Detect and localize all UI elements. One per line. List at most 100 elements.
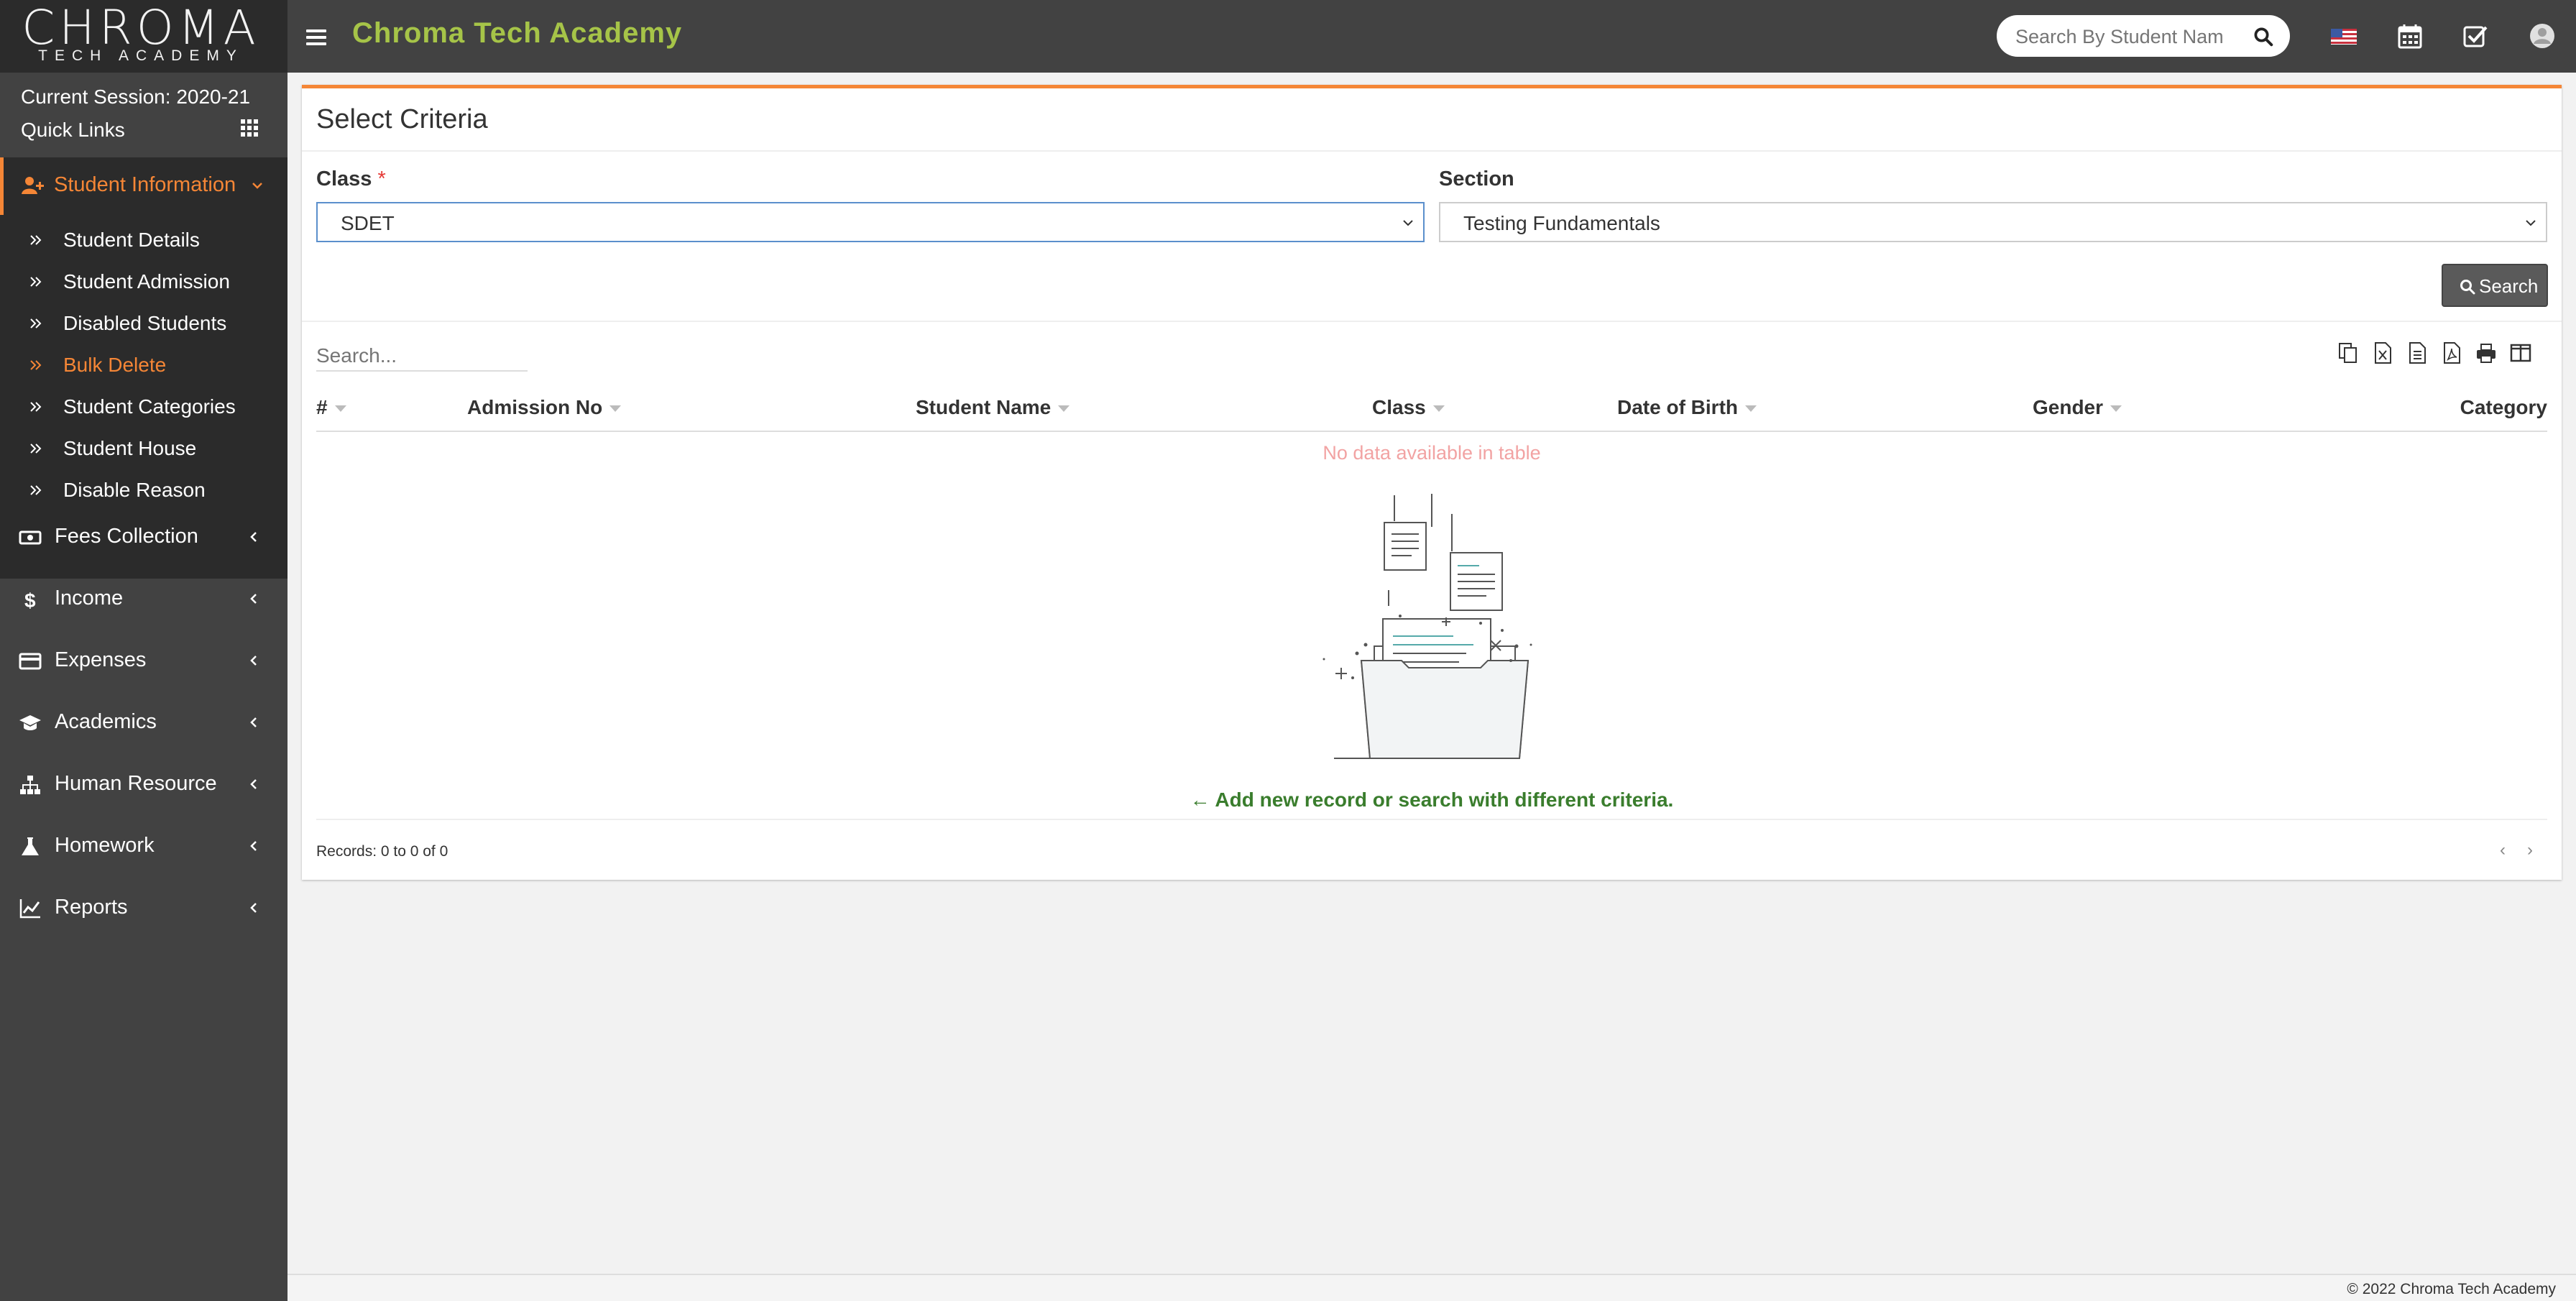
column-header-student-name[interactable]: Student Name [916,396,1070,419]
sidebar-item-label: Disabled Students [63,312,227,334]
sidebar-item-income[interactable]: $ Income [0,569,288,631]
chevron-left-icon [250,656,257,666]
app-title: Chroma Tech Academy [352,17,683,49]
print-icon[interactable] [2475,341,2497,364]
quick-links[interactable]: Quick Links [21,119,125,142]
panel-title: Select Criteria [316,104,488,134]
sidebar-item-homework[interactable]: Homework [0,817,288,878]
money-icon [19,530,42,545]
sidebar-item-label: Student Admission [63,270,230,293]
columns-icon[interactable] [2510,341,2531,364]
sidebar-item-reports[interactable]: Reports [0,878,288,940]
add-new-record-text: Add new record or search with different … [1215,789,1674,811]
column-header-category[interactable]: Category [2460,396,2547,419]
double-chevron-right-icon [30,360,42,370]
pdf-icon[interactable] [2441,341,2462,364]
sidebar-item-student-admission[interactable]: Student Admission [0,262,288,303]
double-chevron-right-icon [30,277,42,287]
sidebar-item-expenses[interactable]: Expenses [0,631,288,693]
sort-icon [1432,405,1445,413]
copy-icon[interactable] [2337,341,2359,364]
sidebar-item-student-details[interactable]: Student Details [0,220,288,262]
us-flag-icon[interactable] [2329,22,2358,50]
sidebar-item-human-resource[interactable]: Human Resource [0,755,288,817]
footer: © 2022 Chroma Tech Academy [288,1274,2576,1301]
chevron-down-icon [252,183,262,189]
sort-icon [610,405,622,413]
column-header-date-of-birth[interactable]: Date of Birth [1617,396,1757,419]
chevron-left-icon [250,903,257,913]
excel-icon[interactable] [2372,341,2393,364]
sort-icon [1058,405,1070,413]
column-header-label: # [316,396,328,418]
column-header-admission-no[interactable]: Admission No [467,396,622,419]
sort-icon [1745,405,1757,413]
sidebar-item-label: Student Information [54,173,236,196]
sort-icon [2110,405,2122,413]
sidebar-item-disabled-students[interactable]: Disabled Students [0,303,288,345]
sidebar-item-student-house[interactable]: Student House [0,428,288,470]
chevron-left-icon [250,532,257,542]
sidebar-item-fees-collection[interactable]: Fees Collection [0,507,288,569]
section-label: Section [1439,167,1514,190]
sidebar-item-label: Student House [63,437,197,459]
chevron-left-icon [250,841,257,851]
csv-icon[interactable] [2406,341,2428,364]
sidebar-item-student-information[interactable]: Student Information [0,157,288,215]
column-header-label: Date of Birth [1617,396,1738,418]
sidebar-item-label: Academics [55,710,157,733]
svg-text:$: $ [24,589,36,611]
pager-prev-button[interactable]: ‹ [2500,840,2514,860]
column-header-class[interactable]: Class [1372,396,1445,419]
calendar-icon[interactable] [2396,22,2424,50]
class-label: Class * [316,167,386,191]
flask-icon [22,837,39,855]
column-header-label: Student Name [916,396,1052,418]
add-new-record-message[interactable]: ← Add new record or search with differen… [302,789,2562,812]
search-button[interactable]: Search [2442,264,2548,307]
divider [302,150,2562,152]
user-avatar-icon[interactable] [2528,22,2557,50]
column-header-label: Admission No [467,396,603,418]
column-header-gender[interactable]: Gender [2033,396,2122,419]
double-chevron-right-icon [30,443,42,454]
copyright-text: © 2022 Chroma Tech Academy [2347,1281,2556,1297]
logo[interactable]: CHROMA TECH ACADEMY [0,0,288,73]
search-icon [2460,280,2475,295]
double-chevron-right-icon [30,235,42,245]
sidebar-item-label: Income [55,587,124,610]
arrow-left-icon: ← [1190,789,1210,811]
logo-main-text: CHROMA [22,0,260,55]
class-select[interactable]: SDET [316,202,1425,242]
search-button-label: Search [2479,275,2539,297]
sidebar-item-academics[interactable]: Academics [0,693,288,755]
column-header-label: Category [2460,396,2547,418]
chevron-left-icon [250,717,257,727]
sidebar-item-label: Reports [55,896,128,919]
user-plus-icon [22,177,44,194]
grid-icon[interactable] [239,117,260,139]
task-check-icon[interactable] [2461,22,2490,50]
dollar-icon: $ [24,589,36,611]
sidebar-item-label: Human Resource [55,772,217,795]
search-icon[interactable] [2253,26,2274,47]
sidebar-item-student-categories[interactable]: Student Categories [0,387,288,428]
logo-sub-text: TECH ACADEMY [38,47,244,64]
section-select-value: Testing Fundamentals [1463,212,1660,234]
student-search-box [1997,15,2290,57]
student-search-input[interactable] [2014,24,2247,50]
sidebar-item-label: Student Categories [63,395,236,418]
sidebar-item-bulk-delete[interactable]: Bulk Delete [0,345,288,387]
sidebar-item-disable-reason[interactable]: Disable Reason [0,470,288,512]
column-header-label: Gender [2033,396,2104,418]
pager-next-button[interactable]: › [2527,840,2542,860]
section-select[interactable]: Testing Fundamentals [1439,202,2547,242]
chevron-left-icon [250,779,257,789]
required-mark: * [377,167,386,190]
column-header-number[interactable]: # [316,396,346,419]
sidebar-item-label: Student Details [63,229,200,251]
class-label-text: Class [316,167,372,190]
table-search-input[interactable] [316,341,528,372]
menu-icon[interactable] [306,26,326,47]
table-header-divider [316,431,2547,432]
